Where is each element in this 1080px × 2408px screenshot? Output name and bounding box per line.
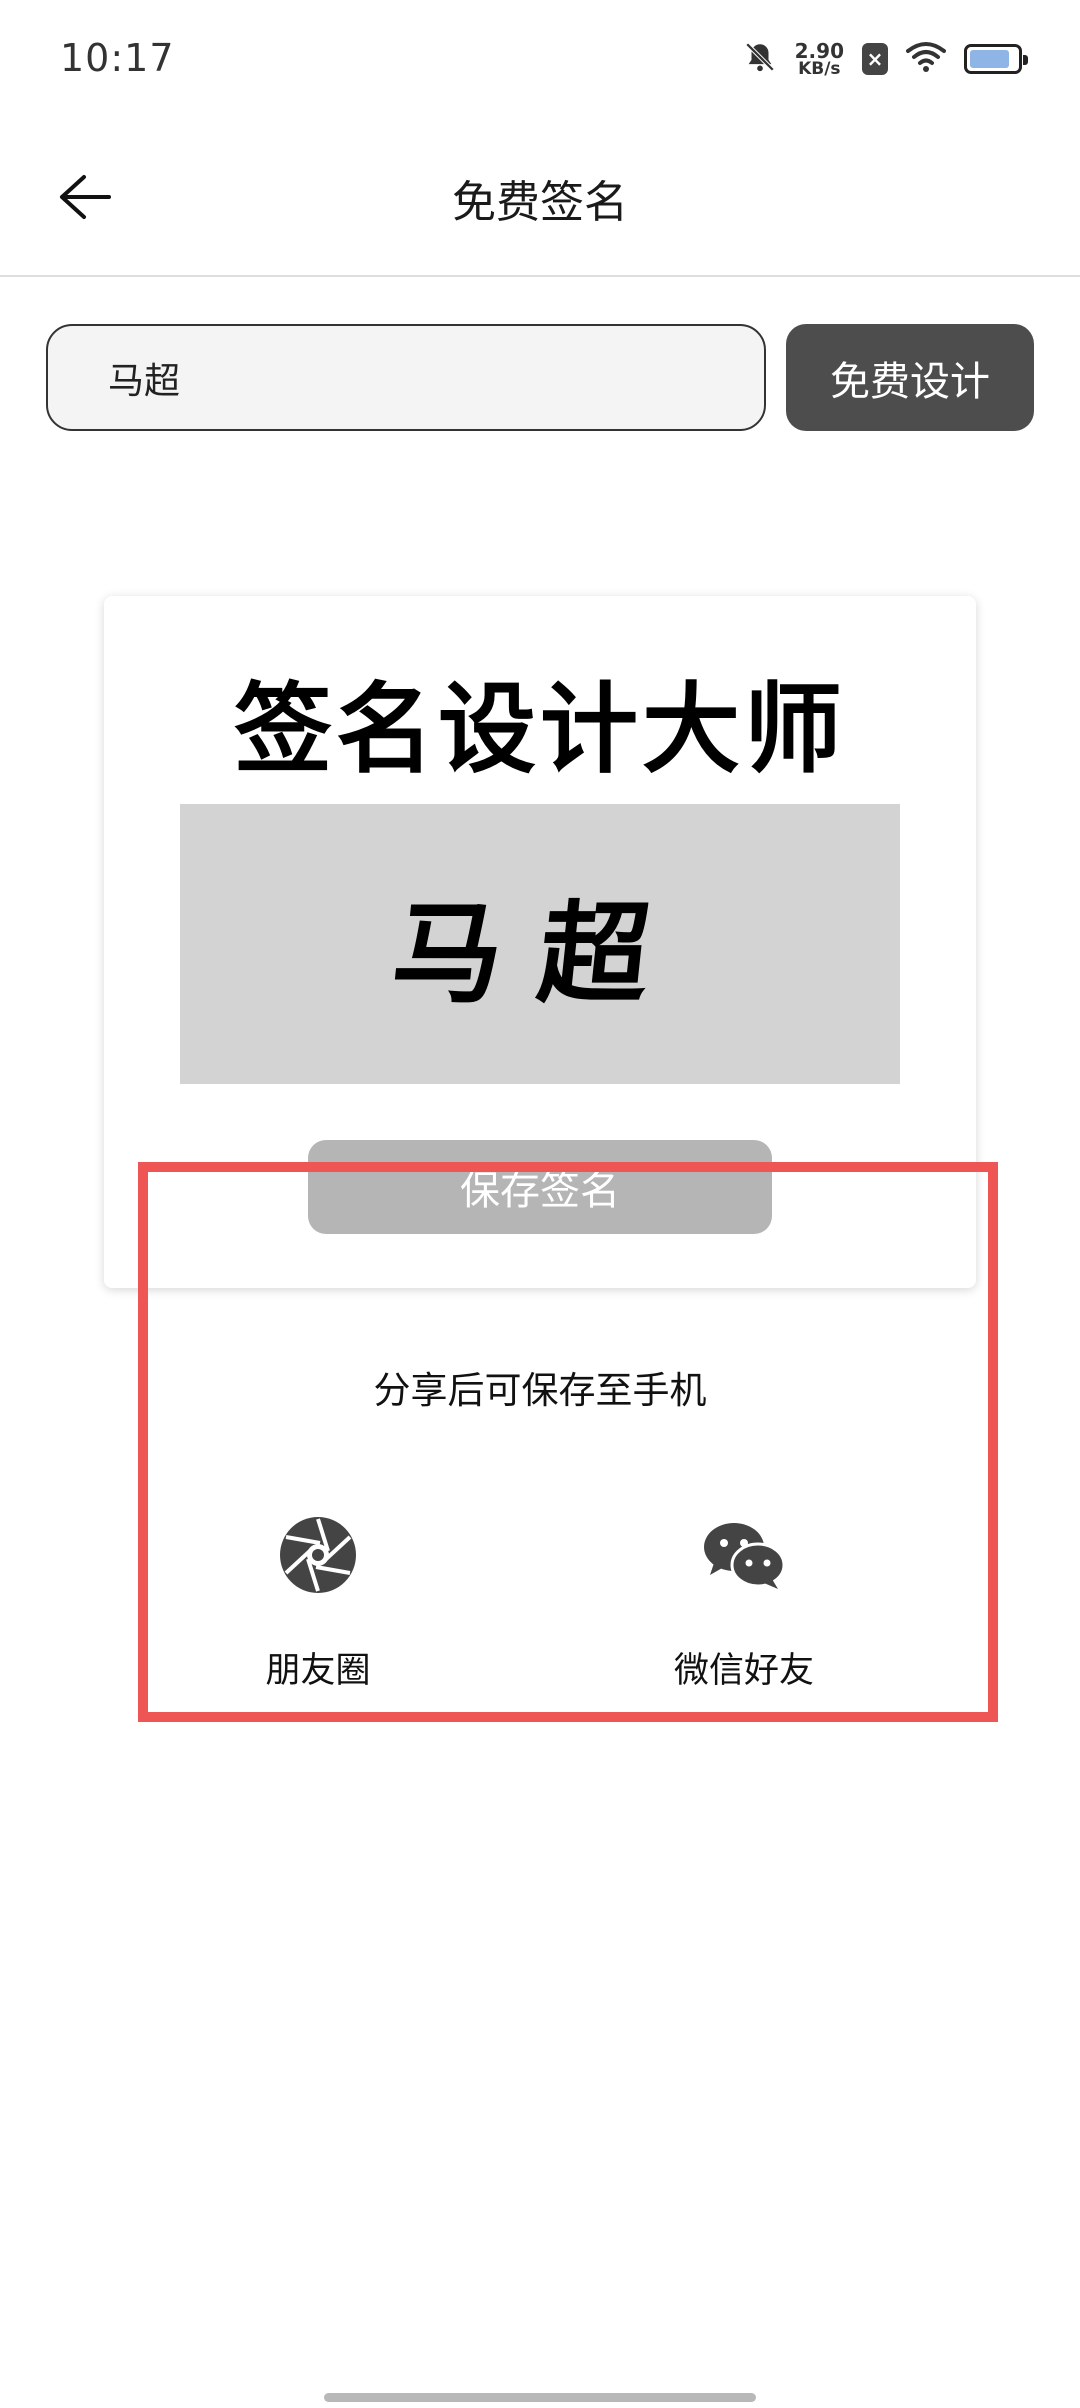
share-wechat-button[interactable]: 微信好友 <box>644 1512 844 1693</box>
app-header: 免费签名 <box>0 120 1080 277</box>
signature-preview: 马超 <box>180 804 900 1084</box>
battery-fill <box>970 50 1010 68</box>
share-moments-button[interactable]: 朋友圈 <box>218 1512 418 1693</box>
screen: 10:17 2.90 KB/s × 免费签名 马超 免费设计 签名设计大师 马超… <box>0 0 1080 2408</box>
close-badge-icon: × <box>862 43 888 75</box>
home-indicator[interactable] <box>324 2393 756 2402</box>
name-input[interactable] <box>46 324 766 431</box>
signature-text: 马超 <box>386 889 692 1018</box>
share-moments-label: 朋友圈 <box>265 1651 371 1691</box>
status-bar: 10:17 2.90 KB/s × <box>0 0 1080 120</box>
net-speed-unit: KB/s <box>798 58 841 79</box>
signature-card: 签名设计大师 马超 保存签名 <box>104 596 976 1288</box>
battery-icon <box>964 44 1028 74</box>
share-hint: 分享后可保存至手机 <box>373 1369 707 1412</box>
wechat-icon <box>701 1512 787 1598</box>
status-time: 10:17 <box>60 36 175 80</box>
page-title: 免费签名 <box>452 177 628 228</box>
wifi-icon <box>906 41 946 77</box>
card-title: 签名设计大师 <box>233 673 846 787</box>
moments-icon <box>275 1512 361 1598</box>
free-design-button[interactable]: 免费设计 <box>786 324 1034 431</box>
net-speed: 2.90 KB/s <box>795 41 844 78</box>
share-wechat-label: 微信好友 <box>673 1651 814 1691</box>
status-icons: 2.90 KB/s × <box>743 40 1028 78</box>
bell-muted-icon <box>743 40 777 78</box>
save-signature-button[interactable]: 保存签名 <box>308 1140 772 1234</box>
net-speed-value: 2.90 <box>794 38 844 63</box>
